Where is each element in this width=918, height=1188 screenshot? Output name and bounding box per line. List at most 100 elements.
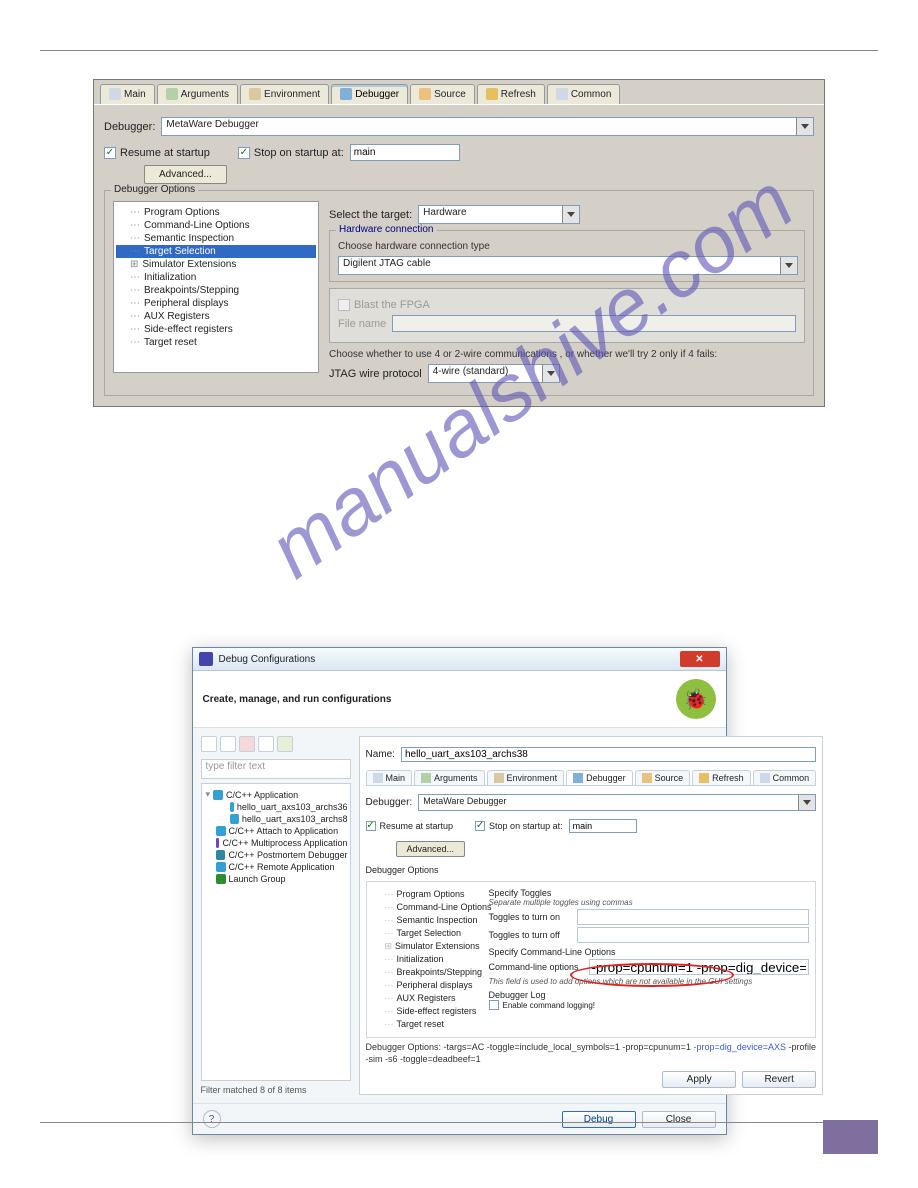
wire-select[interactable]: 4-wire (standard) [428, 364, 560, 383]
new-icon[interactable] [201, 736, 217, 752]
tree-item[interactable]: Initialization [116, 271, 316, 284]
stop-on-startup-checkbox[interactable]: Stop on startup at: [238, 147, 344, 159]
tree-item[interactable]: ▾C/C++ Application [204, 788, 348, 801]
tree-label: hello_uart_axs103_archs8 [242, 814, 348, 824]
tree-item[interactable]: Peripheral displays [116, 297, 316, 310]
nav-item[interactable]: Initialization [373, 953, 481, 966]
tab-arguments[interactable]: Arguments [157, 84, 238, 104]
wire-label: JTAG wire protocol [329, 368, 422, 380]
tree-item[interactable]: AUX Registers [116, 310, 316, 323]
nav-item[interactable]: Breakpoints/Stepping [373, 966, 481, 979]
tab-environment[interactable]: Environment [240, 84, 329, 104]
toggles-off-label: Toggles to turn off [489, 930, 573, 940]
cmd-hint: This field is used to add options which … [489, 977, 810, 986]
cmd-field[interactable] [589, 959, 810, 975]
dialog-titlebar: Debug Configurations ✕ [193, 648, 726, 671]
summary-highlight: -prop=dig_device=AXS [693, 1042, 786, 1052]
tree-item[interactable]: Command-Line Options [116, 219, 316, 232]
nav-item[interactable]: Semantic Inspection [373, 914, 481, 927]
refresh-icon [486, 88, 498, 100]
debug-button[interactable]: Debug [562, 1111, 636, 1128]
tab-source[interactable]: Source [410, 84, 475, 104]
left-toolbar [201, 736, 351, 752]
nav-item[interactable]: Side-effect registers [373, 1005, 481, 1018]
stop-at-field[interactable] [350, 144, 460, 161]
tab-label: Main [124, 89, 146, 100]
target-select[interactable]: Hardware [418, 205, 580, 224]
c-app-icon [230, 802, 234, 812]
chevron-down-icon[interactable] [542, 365, 559, 382]
tab-debugger[interactable]: Debugger [566, 770, 633, 785]
resume-at-startup-checkbox[interactable]: Resume at startup [366, 821, 454, 831]
tree-item[interactable]: Target reset [116, 336, 316, 349]
chevron-down-icon[interactable] [780, 257, 797, 274]
nav-item[interactable]: Simulator Extensions [373, 940, 481, 953]
chevron-down-icon[interactable] [562, 206, 579, 223]
tab-refresh[interactable]: Refresh [477, 84, 545, 104]
tree-item[interactable]: Side-effect registers [116, 323, 316, 336]
tree-item[interactable]: C/C++ Remote Application [204, 861, 348, 873]
checkbox-icon [104, 147, 116, 159]
tab-source[interactable]: Source [635, 770, 691, 785]
stop-on-startup-checkbox[interactable]: Stop on startup at: [475, 821, 563, 831]
collapse-icon[interactable] [258, 736, 274, 752]
tab-debugger[interactable]: Debugger [331, 84, 408, 104]
tree-item[interactable]: Program Options [116, 206, 316, 219]
tab-label: Debugger [586, 773, 626, 783]
tree-item[interactable]: Launch Group [204, 873, 348, 885]
nav-item[interactable]: Target Selection [373, 927, 481, 940]
tree-item-simulator-ext[interactable]: Simulator Extensions [116, 258, 316, 271]
tab-label: Source [655, 773, 684, 783]
summary-pre: Debugger Options: -targs=AC -toggle=incl… [366, 1042, 694, 1052]
tree-item-target-selection[interactable]: Target Selection [116, 245, 316, 258]
revert-button[interactable]: Revert [742, 1071, 816, 1088]
hw-conn-select[interactable]: Digilent JTAG cable [338, 256, 798, 275]
debug-configurations-dialog: Debug Configurations ✕ Create, manage, a… [192, 647, 727, 1135]
tab-main[interactable]: Main [100, 84, 155, 104]
delete-icon[interactable] [239, 736, 255, 752]
config-tree[interactable]: ▾C/C++ Application hello_uart_axs103_arc… [201, 783, 351, 1081]
tab-environment[interactable]: Environment [487, 770, 565, 785]
tree-item[interactable]: C/C++ Multiprocess Application [204, 837, 348, 849]
nav-item[interactable]: Peripheral displays [373, 979, 481, 992]
tab-refresh[interactable]: Refresh [692, 770, 751, 785]
tab-arguments[interactable]: Arguments [414, 770, 485, 785]
options-tree[interactable]: Program Options Command-Line Options Sem… [113, 201, 319, 373]
toggles-off-field[interactable] [577, 927, 810, 943]
tab-main[interactable]: Main [366, 770, 413, 785]
tab-common[interactable]: Common [547, 84, 621, 104]
resume-at-startup-checkbox[interactable]: Resume at startup [104, 147, 210, 159]
debugger-select[interactable]: MetaWare Debugger [418, 794, 816, 811]
copy-icon[interactable] [220, 736, 236, 752]
nav-item[interactable]: Target reset [373, 1018, 481, 1031]
advanced-button[interactable]: Advanced... [396, 841, 466, 857]
advanced-button[interactable]: Advanced... [144, 165, 227, 184]
filter-input[interactable]: type filter text [201, 759, 351, 779]
apply-button[interactable]: Apply [662, 1071, 736, 1088]
c-app-icon [213, 790, 223, 800]
debugger-select[interactable]: MetaWare Debugger [161, 117, 814, 136]
nav-item[interactable]: Program Options [373, 888, 481, 901]
tab-label: Main [386, 773, 406, 783]
stop-at-field[interactable] [569, 819, 637, 833]
tree-item[interactable]: C/C++ Postmortem Debugger [204, 849, 348, 861]
enable-logging-checkbox[interactable]: Enable command logging! [489, 1000, 810, 1010]
filter-icon[interactable] [277, 736, 293, 752]
tree-item[interactable]: C/C++ Attach to Application [204, 825, 348, 837]
debugger-tab-panel: Debugger: MetaWare Debugger Resume at st… [94, 104, 824, 406]
tab-common[interactable]: Common [753, 770, 817, 785]
tree-item[interactable]: hello_uart_axs103_archs36 [204, 801, 348, 813]
close-icon[interactable]: ✕ [680, 651, 720, 667]
close-button[interactable]: Close [642, 1111, 716, 1128]
help-icon[interactable]: ? [203, 1110, 221, 1128]
tree-item[interactable]: Breakpoints/Stepping [116, 284, 316, 297]
nav-item[interactable]: AUX Registers [373, 992, 481, 1005]
tree-item[interactable]: hello_uart_axs103_archs8 [204, 813, 348, 825]
toggles-on-field[interactable] [577, 909, 810, 925]
chevron-down-icon[interactable] [798, 795, 815, 810]
tree-item[interactable]: Semantic Inspection [116, 232, 316, 245]
name-field[interactable] [401, 747, 816, 762]
nav-item[interactable]: Command-Line Options [373, 901, 481, 914]
options-navlist[interactable]: Program Options Command-Line Options Sem… [373, 888, 481, 1031]
chevron-down-icon[interactable] [796, 118, 813, 135]
